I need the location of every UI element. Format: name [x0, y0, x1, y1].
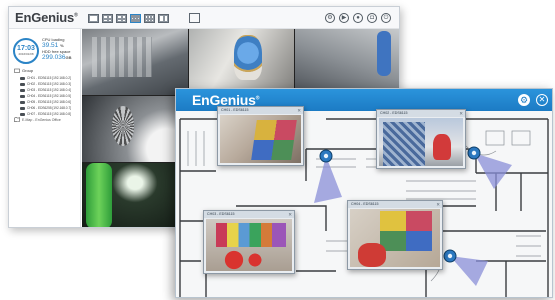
hdd-value-row: 299.036GB: [42, 54, 80, 61]
tree-emap-item[interactable]: E-Map - EnGenius Office: [14, 117, 61, 122]
map-icon: [14, 117, 20, 122]
layout-toolbar: [88, 14, 169, 23]
close-icon[interactable]: ✕: [459, 111, 463, 117]
camera-icon: [20, 112, 25, 116]
tree-root[interactable]: Group: [14, 68, 80, 73]
tree-item-label: CH04 - EDS6115 [192.168.0.5]: [27, 94, 71, 98]
layout-1x1-button[interactable]: [88, 14, 99, 23]
cpu-unit: %: [60, 43, 64, 48]
popup-title: CH01 - EDS6115: [218, 107, 303, 114]
camera-icon: [20, 88, 25, 92]
header-controls: ⚙ ▶ ● ◘ ⏻: [325, 13, 391, 23]
engenius-logo: EnGenius®: [15, 10, 78, 25]
logo-text: EnGenius: [15, 10, 75, 25]
camera-icon: [20, 100, 25, 104]
tree-item-label: CH05 - EDS6115 [192.168.0.6]: [27, 100, 71, 104]
record-icon[interactable]: ●: [353, 13, 363, 23]
camera-icon: [20, 76, 25, 80]
camera-popup[interactable]: CH02 - EDS6115 ✕: [376, 109, 466, 169]
camera-feed: [220, 115, 301, 163]
layout-1plus5-button[interactable]: [116, 14, 127, 23]
camera-icon: [20, 94, 25, 98]
settings-icon[interactable]: ⚙: [325, 13, 335, 23]
side-panel: 17:03 2016/01/08 CPU loading 39.51 % HDD…: [9, 29, 81, 227]
system-status: CPU loading 39.51 % HDD free space 299.0…: [42, 37, 80, 61]
popup-title: CH03 - EDS6115: [204, 211, 294, 218]
close-icon[interactable]: ✕: [536, 94, 548, 106]
tree-item-label: CH03 - EDS6115 [192.168.0.4]: [27, 88, 71, 92]
camera-popup[interactable]: CH04 - EDS6115 ✕: [347, 200, 443, 270]
tree-item-label: CH06 - EDS6255 [192.168.0.7]: [27, 106, 72, 110]
snapshot-icon[interactable]: ◘: [367, 13, 377, 23]
tree-item-label: CH02 - EDS6115 [192.168.0.3]: [27, 82, 71, 86]
camera-lens-icon: [471, 150, 477, 156]
camera-icon: [20, 106, 25, 110]
layout-2x2-button[interactable]: [102, 14, 113, 23]
camera-lens-icon: [323, 153, 329, 159]
popup-title: CH02 - EDS6115: [377, 110, 465, 117]
layout-3x3-button[interactable]: [130, 14, 141, 23]
camera-popup[interactable]: CH03 - EDS6115 ✕: [203, 210, 295, 274]
live-video-tile[interactable]: [82, 29, 188, 95]
hdd-value: 299.036: [42, 54, 66, 61]
emap-label: E-Map - EnGenius Office: [22, 117, 61, 122]
settings-icon[interactable]: ⚙: [518, 94, 530, 106]
camera-feed: [206, 219, 292, 271]
camera-icon: [20, 82, 25, 86]
live-video-tile[interactable]: [188, 29, 295, 95]
tree-root-label: Group: [22, 68, 34, 73]
close-icon[interactable]: ✕: [436, 202, 440, 208]
clock-time: 17:03: [17, 45, 35, 52]
camera-popup[interactable]: CH01 - EDS6115 ✕: [217, 106, 304, 166]
layout-4x4-button[interactable]: [144, 14, 155, 23]
camera-feed: [379, 118, 463, 166]
cpu-value-row: 39.51 %: [42, 42, 80, 49]
tree-item-label: CH07 - EDS6115 [192.168.0.8]: [27, 112, 71, 116]
live-video-tile[interactable]: [295, 29, 399, 95]
cpu-value: 39.51: [42, 42, 59, 49]
live-video-tile[interactable]: [82, 163, 188, 227]
live-video-tile[interactable]: [82, 96, 188, 162]
fullscreen-button[interactable]: [189, 13, 200, 23]
camera-feed: [350, 209, 440, 267]
clock-date: 2016/01/08: [18, 52, 34, 56]
camera-lens-icon: [447, 253, 453, 259]
layout-1plus7-button[interactable]: [158, 14, 169, 23]
camera-tree: Group CH01 - EDS6115 [192.168.0.2] CH02 …: [14, 68, 80, 117]
close-icon[interactable]: ✕: [288, 212, 292, 218]
group-icon: [14, 68, 20, 73]
emap-window: EnGenius® ⚙ ✕ CH01 - EDS6115 ✕ CH02 - ED…: [175, 88, 553, 298]
playback-icon[interactable]: ▶: [339, 13, 349, 23]
popup-title: CH04 - EDS6115: [348, 201, 442, 208]
nvr-header: EnGenius® ⚙ ▶ ● ◘ ⏻: [9, 7, 399, 29]
clock-widget: 17:03 2016/01/08: [13, 38, 39, 64]
close-icon[interactable]: ✕: [297, 108, 301, 114]
hdd-unit: GB: [65, 55, 72, 60]
logout-icon[interactable]: ⏻: [381, 13, 391, 23]
tree-item-label: CH01 - EDS6115 [192.168.0.2]: [27, 76, 71, 80]
